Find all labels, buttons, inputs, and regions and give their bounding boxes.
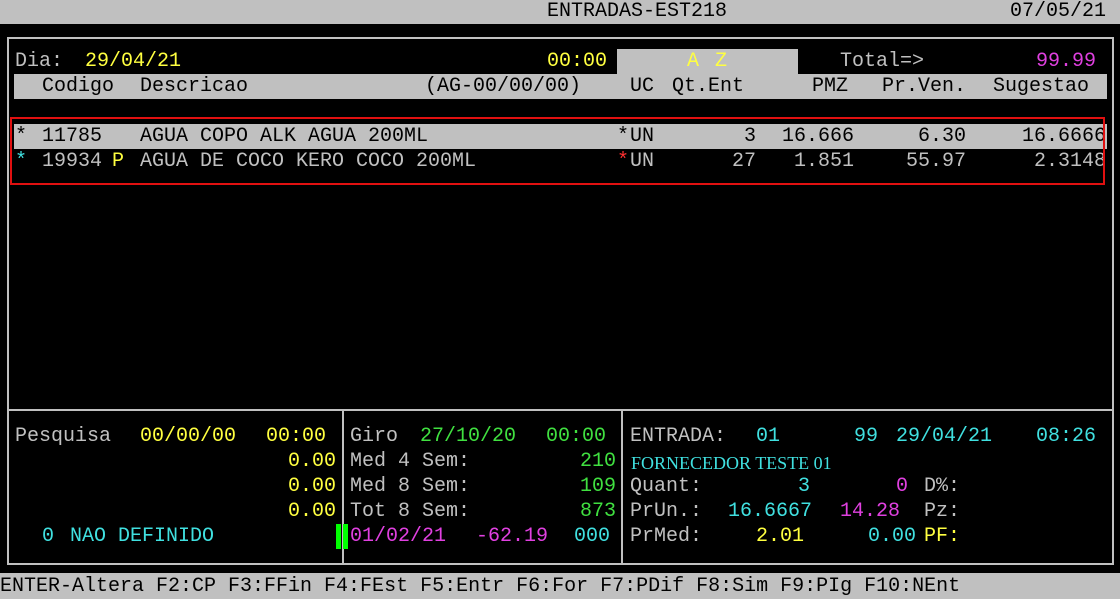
med4-label: Med 4 Sem: bbox=[350, 450, 471, 473]
entrada-label: ENTRADA: bbox=[630, 425, 727, 448]
col-codigo: Codigo bbox=[42, 75, 115, 98]
col-descricao: Descricao bbox=[140, 75, 249, 98]
total-value: 99.99 bbox=[1036, 50, 1097, 73]
fornecedor-name: FORNECEDOR TESTE 01 bbox=[631, 453, 832, 473]
nao-definido-label: NAO DEFINIDO bbox=[70, 525, 215, 548]
giro-date: 27/10/20 bbox=[420, 425, 517, 448]
system-date: 07/05/21 bbox=[1010, 0, 1107, 23]
tot8-value: 873 bbox=[579, 500, 616, 523]
nao-definido-num: 0 bbox=[42, 525, 55, 548]
med8-label: Med 8 Sem: bbox=[350, 475, 471, 498]
entrada-code: 99 bbox=[854, 425, 879, 448]
pesquisa-date[interactable]: 00/00/00 bbox=[140, 424, 236, 449]
frame-top bbox=[8, 37, 1114, 39]
function-keys[interactable]: ENTER-Altera F2:CP F3:FFin F4:FEst F5:En… bbox=[0, 574, 960, 599]
dia-label: Dia: bbox=[15, 50, 64, 73]
med8-value: 109 bbox=[579, 475, 616, 498]
col-sugestao: Sugestao bbox=[993, 75, 1090, 98]
prmed-pf-value: 0.00 bbox=[868, 525, 917, 548]
col-ag: (AG-00/00/00) bbox=[425, 75, 582, 98]
tot8-label: Tot 8 Sem: bbox=[350, 500, 471, 523]
quant-value: 3 bbox=[798, 475, 811, 498]
total-label: Total=> bbox=[840, 50, 925, 73]
entrada-num: 01 bbox=[756, 425, 781, 448]
function-key-bar[interactable]: ENTER-Altera F2:CP F3:FFin F4:FEst F5:En… bbox=[0, 573, 1120, 599]
panel-divider-2 bbox=[621, 409, 623, 565]
screen-title: ENTRADAS-EST218 bbox=[547, 0, 728, 23]
pesquisa-value-1: 0.00 bbox=[287, 450, 336, 473]
rows-highlight-box bbox=[10, 117, 1105, 185]
sort-z[interactable]: Z bbox=[715, 49, 727, 74]
prun-pct: 14.28 bbox=[840, 500, 901, 523]
pesquisa-label: Pesquisa bbox=[15, 425, 112, 448]
giro-time: 00:00 bbox=[546, 425, 607, 448]
last-code: 000 bbox=[574, 525, 611, 548]
title-bar: ENTRADAS-EST218 07/05/21 bbox=[0, 0, 1120, 24]
dia-value[interactable]: 29/04/21 bbox=[85, 49, 181, 74]
sort-a[interactable]: A bbox=[687, 49, 699, 74]
pf-label: PF: bbox=[924, 525, 961, 548]
pesquisa-value-2: 0.00 bbox=[287, 475, 336, 498]
entrada-date: 29/04/21 bbox=[896, 425, 993, 448]
col-pmz: PMZ bbox=[812, 75, 849, 98]
prun-value: 16.6667 bbox=[728, 500, 813, 523]
col-uc: UC bbox=[630, 75, 655, 98]
quant-label: Quant: bbox=[630, 475, 703, 498]
entrada-time: 08:26 bbox=[1036, 425, 1097, 448]
dperc-label: D%: bbox=[924, 475, 961, 498]
quant-zero: 0 bbox=[896, 475, 909, 498]
med4-value: 210 bbox=[579, 450, 616, 473]
last-date: 01/02/21 bbox=[350, 525, 447, 548]
prun-label: PrUn.: bbox=[630, 500, 703, 523]
frame-bottom bbox=[8, 563, 1114, 565]
prmed-label: PrMed: bbox=[630, 525, 703, 548]
col-qt-ent: Qt.Ent bbox=[672, 75, 745, 98]
frame-right bbox=[1112, 37, 1114, 565]
frame-middle bbox=[8, 409, 1114, 411]
frame-left bbox=[7, 37, 9, 565]
header-time[interactable]: 00:00 bbox=[547, 49, 607, 74]
pz-label: Pz: bbox=[924, 500, 961, 523]
col-pr-ven: Pr.Ven. bbox=[882, 75, 967, 98]
pesquisa-time[interactable]: 00:00 bbox=[266, 424, 326, 449]
sort-order-box[interactable]: A Z bbox=[617, 49, 798, 74]
cursor-block bbox=[336, 524, 350, 549]
prmed-value: 2.01 bbox=[756, 525, 805, 548]
pesquisa-value-3: 0.00 bbox=[287, 500, 336, 523]
giro-label: Giro bbox=[350, 425, 399, 448]
last-value: -62.19 bbox=[476, 525, 549, 548]
